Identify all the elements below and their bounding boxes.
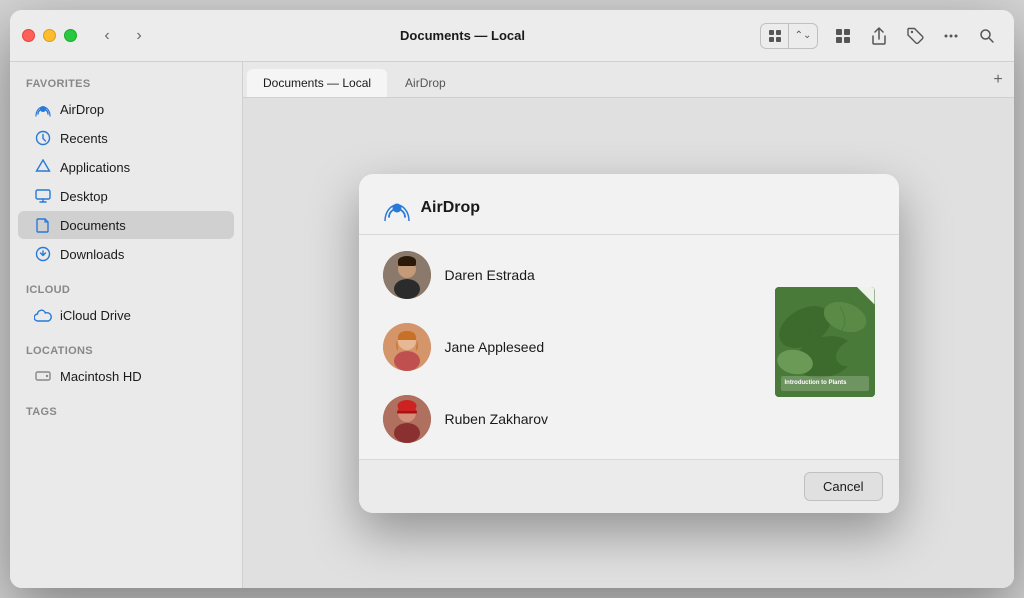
modal-airdrop-icon	[383, 194, 411, 222]
desktop-icon	[34, 187, 52, 205]
nav-buttons: ‹ ›	[93, 22, 153, 50]
applications-icon	[34, 158, 52, 176]
minimize-button[interactable]	[43, 29, 56, 42]
maximize-button[interactable]	[64, 29, 77, 42]
contacts-list: Daren Estrada	[359, 235, 759, 459]
view-selector: ⌃⌄	[760, 23, 818, 49]
traffic-lights	[22, 29, 77, 42]
disk-icon	[34, 367, 52, 385]
sidebar-item-recents-label: Recents	[60, 131, 108, 146]
contact-name-ruben: Ruben Zakharov	[445, 411, 549, 427]
tab-airdrop[interactable]: AirDrop	[389, 69, 462, 97]
sidebar-item-desktop-label: Desktop	[60, 189, 108, 204]
modal-header: AirDrop	[359, 174, 899, 235]
sidebar-item-macintosh-hd[interactable]: Macintosh HD	[18, 362, 234, 390]
file-preview: Introduction to Plants	[775, 287, 883, 407]
tag-icon[interactable]	[900, 21, 930, 51]
sidebar-item-downloads[interactable]: Downloads	[18, 240, 234, 268]
sidebar-item-documents-label: Documents	[60, 218, 126, 233]
modal-body: Daren Estrada	[359, 235, 899, 459]
close-button[interactable]	[22, 29, 35, 42]
window-title: Documents — Local	[165, 28, 760, 43]
share-icon[interactable]	[864, 21, 894, 51]
sidebar-item-icloud-drive[interactable]: iCloud Drive	[18, 301, 234, 329]
contact-item-daren[interactable]: Daren Estrada	[359, 239, 759, 311]
avatar-ruben	[383, 395, 431, 443]
contact-item-jane[interactable]: Jane Appleseed	[359, 311, 759, 383]
recents-icon	[34, 129, 52, 147]
file-preview-area: Introduction to Plants	[759, 235, 899, 459]
more-icon[interactable]	[936, 21, 966, 51]
sidebar-item-applications[interactable]: Applications	[18, 153, 234, 181]
grid-view-icon[interactable]	[761, 24, 789, 48]
sidebar-item-recents[interactable]: Recents	[18, 124, 234, 152]
book-cover: Introduction to Plants	[775, 287, 875, 397]
sidebar: Favorites AirDrop	[10, 62, 243, 588]
icloud-icon	[34, 306, 52, 324]
contact-name-daren: Daren Estrada	[445, 267, 535, 283]
modal-footer: Cancel	[359, 459, 899, 513]
toolbar-icons: ⌃⌄	[760, 21, 1002, 51]
sidebar-item-documents[interactable]: Documents	[18, 211, 234, 239]
sort-view-icon[interactable]: ⌃⌄	[789, 24, 817, 48]
modal-overlay: AirDrop	[243, 98, 1014, 588]
contact-name-jane: Jane Appleseed	[445, 339, 545, 355]
modal-title: AirDrop	[421, 199, 481, 217]
sidebar-item-applications-label: Applications	[60, 160, 130, 175]
search-icon[interactable]	[972, 21, 1002, 51]
finder-window: ‹ › Documents — Local ⌃⌄	[10, 10, 1014, 588]
file-area: AirDrop	[243, 98, 1014, 588]
tabs-bar: Documents — Local AirDrop +	[243, 62, 1014, 98]
sidebar-item-airdrop[interactable]: AirDrop	[18, 95, 234, 123]
add-tab-button[interactable]: +	[986, 68, 1010, 92]
avatar-jane	[383, 323, 431, 371]
sidebar-item-downloads-label: Downloads	[60, 247, 124, 262]
tags-label: Tags	[10, 398, 242, 422]
sidebar-item-icloud-drive-label: iCloud Drive	[60, 308, 131, 323]
documents-icon	[34, 216, 52, 234]
sidebar-item-airdrop-label: AirDrop	[60, 102, 104, 117]
favorites-label: Favorites	[10, 70, 242, 94]
cancel-button[interactable]: Cancel	[804, 472, 882, 501]
main-panel: Documents — Local AirDrop +	[243, 62, 1014, 588]
title-bar: ‹ › Documents — Local ⌃⌄	[10, 10, 1014, 62]
downloads-icon	[34, 245, 52, 263]
airdrop-icon	[34, 100, 52, 118]
contact-item-ruben[interactable]: Ruben Zakharov	[359, 383, 759, 455]
locations-label: Locations	[10, 337, 242, 361]
content-area: Favorites AirDrop	[10, 62, 1014, 588]
airdrop-modal: AirDrop	[359, 174, 899, 513]
grid-large-view-button[interactable]	[828, 21, 858, 51]
forward-button[interactable]: ›	[125, 22, 153, 50]
tab-documents-local[interactable]: Documents — Local	[247, 69, 387, 97]
back-button[interactable]: ‹	[93, 22, 121, 50]
avatar-daren	[383, 251, 431, 299]
sidebar-item-desktop[interactable]: Desktop	[18, 182, 234, 210]
icloud-label: iCloud	[10, 276, 242, 300]
sidebar-item-macintosh-hd-label: Macintosh HD	[60, 369, 142, 384]
book-title: Introduction to Plants	[785, 379, 865, 387]
